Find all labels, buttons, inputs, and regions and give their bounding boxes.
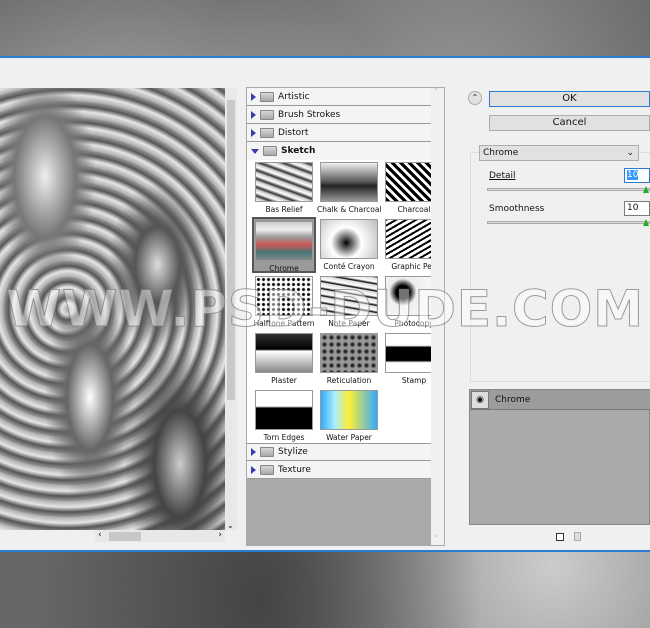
effect-layer-row[interactable]: ◉ Chrome <box>470 390 650 410</box>
detail-slider[interactable] <box>487 186 650 193</box>
filter-list-panel: Artistic Brush Strokes Distort Sketch Ba… <box>246 87 445 546</box>
settings-group <box>470 152 650 382</box>
thumbnail-label: Reticulation <box>326 376 372 385</box>
thumbnail-image <box>320 333 378 373</box>
scroll-thumb[interactable] <box>227 100 235 400</box>
smoothness-slider[interactable] <box>487 219 650 226</box>
thumbnail-water-paper[interactable]: Water Paper <box>317 388 381 444</box>
chevron-down-icon: ⌄ <box>626 148 634 158</box>
thumbnail-image <box>255 333 313 373</box>
thumbnail-label: Note Paper <box>328 319 370 328</box>
filter-select[interactable]: Chrome ⌄ <box>479 145 639 161</box>
thumbnail-label: Halftone Pattern <box>253 319 315 328</box>
scroll-right-icon[interactable]: › <box>218 530 222 540</box>
preview-canvas[interactable] <box>0 88 225 530</box>
smoothness-input[interactable]: 10 <box>624 201 650 216</box>
folder-icon <box>260 464 274 475</box>
scroll-down-icon[interactable]: ˅ <box>434 535 439 545</box>
effect-layers-panel: ◉ Chrome <box>469 389 650 525</box>
thumbnail-image <box>320 162 378 202</box>
cancel-button[interactable]: Cancel <box>489 115 650 131</box>
thumbnail-image <box>320 276 378 316</box>
open-folder-icon <box>263 146 277 156</box>
folder-icon <box>260 127 274 138</box>
thumbnail-note-paper[interactable]: Note Paper <box>317 274 381 330</box>
thumbnail-image <box>255 221 313 261</box>
collapse-icon <box>251 148 259 154</box>
category-stylize[interactable]: Stylize <box>247 443 431 461</box>
scroll-thumb[interactable] <box>109 532 141 541</box>
thumbnail-label: Plaster <box>271 376 297 385</box>
thumbnail-chrome[interactable]: Chrome <box>252 217 316 273</box>
thumbnail-image <box>255 390 313 430</box>
delete-effect-layer-icon[interactable] <box>574 532 581 541</box>
thumbnail-label: Water Paper <box>326 433 372 442</box>
category-brush-strokes[interactable]: Brush Strokes <box>247 106 431 124</box>
folder-icon <box>260 91 274 102</box>
thumbnail-label: Chalk & Charcoal <box>317 205 382 214</box>
thumbnail-label: Bas Relief <box>265 205 303 214</box>
slider-handle[interactable] <box>643 219 649 226</box>
category-artistic[interactable]: Artistic <box>247 88 431 106</box>
thumbnail-torn-edges[interactable]: Torn Edges <box>252 388 316 444</box>
thumbnail-cont-crayon[interactable]: Conté Crayon <box>317 217 381 273</box>
scroll-left-icon[interactable]: ‹ <box>98 530 102 540</box>
thumbnail-chalk-charcoal[interactable]: Chalk & Charcoal <box>317 160 382 216</box>
collapse-gallery-button[interactable]: ⌃ <box>468 91 482 105</box>
category-sketch[interactable]: Sketch <box>247 142 431 160</box>
thumbnail-plaster[interactable]: Plaster <box>252 331 316 387</box>
thumbnail-label: Chrome <box>269 264 299 273</box>
double-chevron-up-icon: ⌃ <box>471 93 479 102</box>
eye-icon[interactable]: ◉ <box>471 390 489 409</box>
category-distort[interactable]: Distort <box>247 124 431 142</box>
slider-handle[interactable] <box>643 186 649 193</box>
folder-icon <box>260 109 274 120</box>
expand-icon <box>251 448 256 456</box>
preview-horizontal-scrollbar[interactable]: ‹ › <box>95 530 225 542</box>
new-effect-layer-icon[interactable] <box>556 533 564 541</box>
scroll-up-icon[interactable]: ˄ <box>434 88 439 98</box>
category-texture[interactable]: Texture <box>247 461 431 479</box>
thumbnail-bas-relief[interactable]: Bas Relief <box>252 160 316 216</box>
list-empty-area <box>247 479 431 545</box>
thumbnail-image <box>320 219 378 259</box>
list-scrollbar[interactable]: ˄ ˅ <box>431 88 444 545</box>
thumbnail-reticulation[interactable]: Reticulation <box>317 331 381 387</box>
preview-vertical-scrollbar[interactable]: ⌄ <box>225 88 237 530</box>
thumbnail-image <box>255 276 313 316</box>
thumbnail-image <box>320 390 378 430</box>
detail-label: Detail <box>489 171 516 181</box>
expand-icon <box>251 128 256 137</box>
thumbnail-halftone-pattern[interactable]: Halftone Pattern <box>252 274 316 330</box>
thumbnail-label: Torn Edges <box>263 433 305 442</box>
ok-button[interactable]: OK <box>489 91 650 107</box>
expand-icon <box>251 465 256 474</box>
thumbnail-image <box>255 162 313 202</box>
thumbnail-label: Conté Crayon <box>323 262 375 271</box>
scroll-down-icon[interactable]: ⌄ <box>227 521 234 530</box>
folder-icon <box>260 447 274 457</box>
detail-input[interactable]: 10 <box>624 168 650 183</box>
expand-icon <box>251 110 256 119</box>
expand-icon <box>251 92 256 101</box>
smoothness-label: Smoothness <box>489 204 545 214</box>
